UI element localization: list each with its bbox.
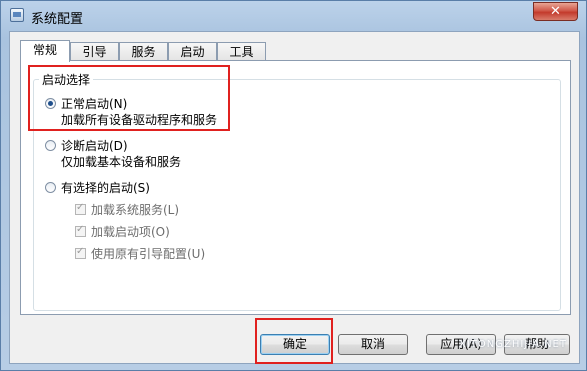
dialog-body: 常规 引导 服务 启动 工具 启动选择 正常启动(N) 加载所有设备驱动程序和服… [9, 31, 580, 364]
normal-startup-description: 加载所有设备驱动程序和服务 [61, 113, 218, 127]
normal-startup-label: 正常启动(N) [61, 97, 128, 111]
tab-services[interactable]: 服务 [119, 42, 168, 61]
radio-normal-startup[interactable]: 正常启动(N) [45, 95, 127, 112]
close-button[interactable]: ✕ [533, 2, 578, 21]
checkbox-use-original-boot-config: 使用原有引导配置(U) [75, 245, 205, 262]
diagnostic-startup-description: 仅加载基本设备和服务 [61, 155, 182, 169]
ok-button[interactable]: 确定 [260, 334, 330, 355]
radio-selected-icon[interactable] [45, 98, 56, 109]
checkbox-load-startup-items: 加载启动项(O) [75, 223, 170, 240]
use-original-boot-config-label: 使用原有引导配置(U) [91, 247, 206, 261]
checkbox-checked-icon [75, 246, 86, 259]
selective-startup-label: 有选择的启动(S) [61, 181, 150, 195]
tab-tools[interactable]: 工具 [217, 42, 266, 61]
diagnostic-startup-label: 诊断启动(D) [61, 139, 128, 153]
window-title: 系统配置 [31, 12, 84, 27]
cancel-button[interactable]: 取消 [338, 334, 408, 355]
radio-diagnostic-startup[interactable]: 诊断启动(D) [45, 137, 128, 154]
load-system-services-label: 加载系统服务(L) [91, 203, 180, 217]
watermark: XITONGZHIJIA.NET [459, 339, 567, 350]
checkbox-load-system-services: 加载系统服务(L) [75, 201, 179, 218]
checkbox-checked-icon [75, 224, 86, 237]
title-bar[interactable]: 系统配置 ✕ [1, 1, 586, 31]
checkbox-checked-icon [75, 202, 86, 215]
tab-startup[interactable]: 启动 [168, 42, 217, 61]
radio-selective-startup[interactable]: 有选择的启动(S) [45, 179, 150, 196]
general-tab-panel: 启动选择 正常启动(N) 加载所有设备驱动程序和服务 诊断启动(D) 仅加载基本… [20, 60, 571, 315]
system-config-app-icon [10, 8, 24, 22]
radio-icon[interactable] [45, 182, 56, 193]
system-config-window: 系统配置 ✕ 常规 引导 服务 启动 工具 启动选择 正常启动(N) 加载所有设… [0, 0, 587, 371]
radio-icon[interactable] [45, 140, 56, 151]
tab-boot[interactable]: 引导 [70, 42, 119, 61]
load-startup-items-label: 加载启动项(O) [91, 225, 170, 239]
startup-selection-legend: 启动选择 [39, 71, 94, 88]
tab-general[interactable]: 常规 [20, 40, 70, 62]
